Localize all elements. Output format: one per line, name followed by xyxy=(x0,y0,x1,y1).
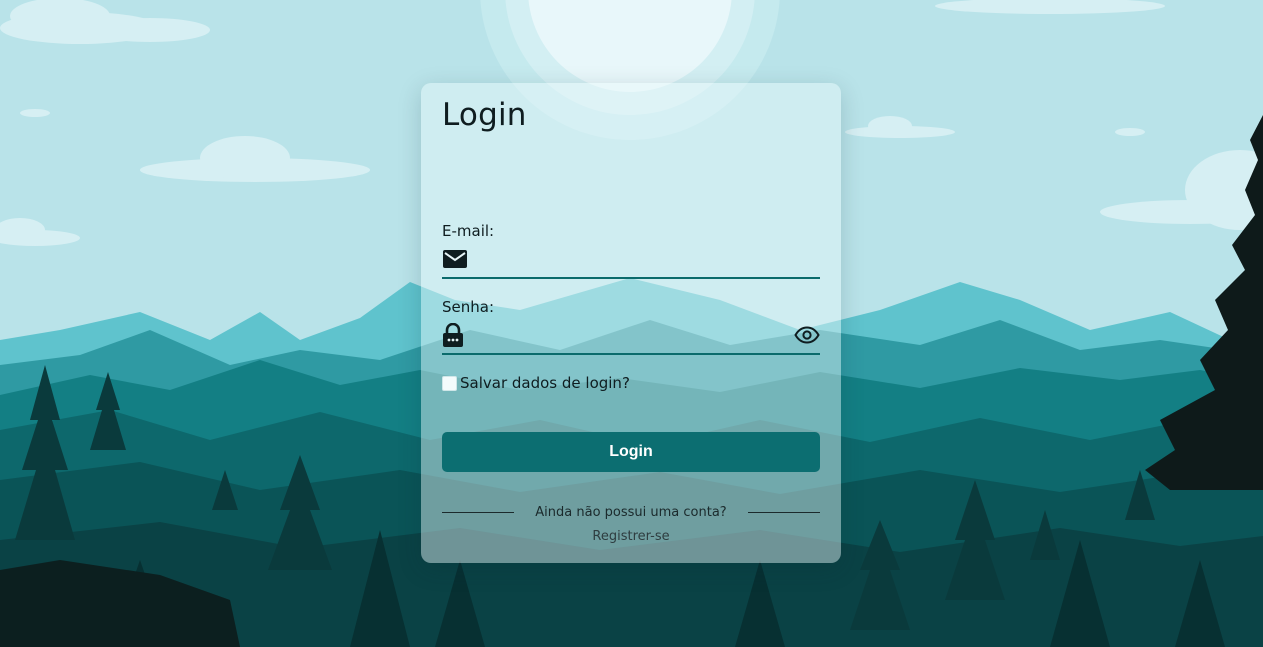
login-title: Login xyxy=(442,97,527,133)
register-link[interactable]: Registrer-se xyxy=(442,529,820,544)
email-label: E-mail: xyxy=(442,222,495,240)
password-field-group: Senha: xyxy=(442,297,820,355)
password-input[interactable] xyxy=(470,320,790,350)
login-card: Login E-mail: Senha: Salvar dados de log… xyxy=(421,83,841,563)
login-button[interactable]: Login xyxy=(442,432,820,472)
email-field-group: E-mail: xyxy=(442,221,820,279)
remember-checkbox[interactable] xyxy=(442,375,457,391)
password-label: Senha: xyxy=(442,298,495,316)
no-account-text: Ainda não possui uma conta? xyxy=(535,504,727,520)
divider-line-right xyxy=(748,511,820,513)
email-input[interactable] xyxy=(470,244,820,274)
envelope-icon xyxy=(442,245,470,273)
remember-login-option: Salvar dados de login? xyxy=(442,373,630,393)
divider-line-left xyxy=(442,511,514,513)
email-input-row xyxy=(442,241,820,279)
eye-icon[interactable] xyxy=(790,321,820,349)
password-input-row xyxy=(442,317,820,355)
remember-label: Salvar dados de login? xyxy=(460,374,630,392)
no-account-divider: Ainda não possui uma conta? xyxy=(442,502,820,522)
lock-icon xyxy=(442,321,470,349)
